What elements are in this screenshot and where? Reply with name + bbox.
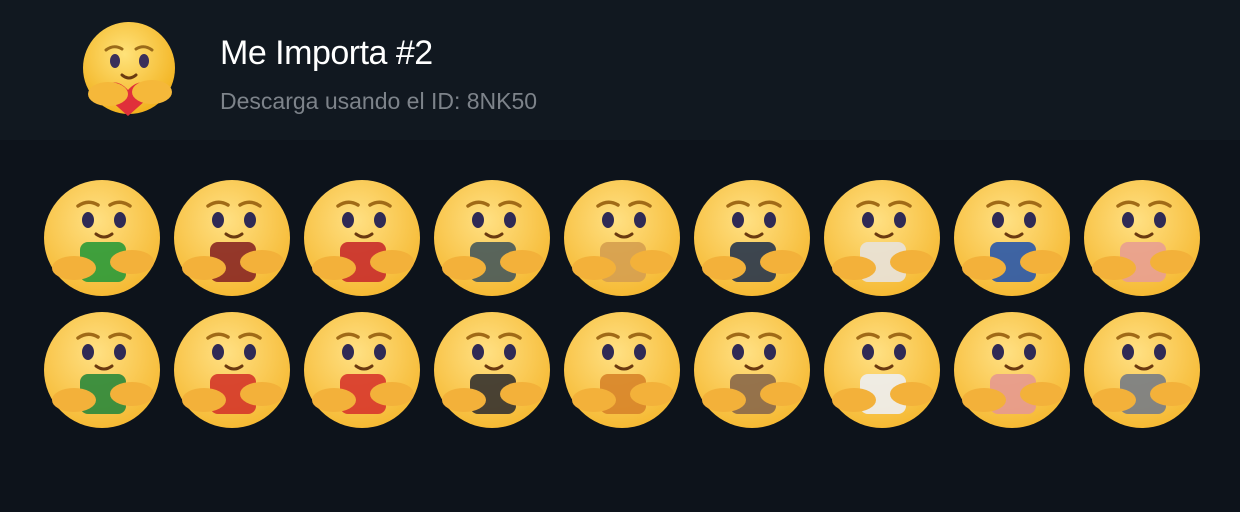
care-emoji-bread-sticker[interactable] <box>690 308 814 434</box>
care-emoji-green-cap-sticker[interactable] <box>40 176 164 302</box>
care-emoji-two-beers-sticker[interactable] <box>560 308 684 434</box>
sticker-row <box>40 176 1210 308</box>
care-emoji-game-controller-sticker[interactable] <box>820 308 944 434</box>
care-emoji-pink-figure-sticker[interactable] <box>950 308 1074 434</box>
care-emoji-red-hat-sticker[interactable] <box>300 308 424 434</box>
care-emoji-man-portrait-sticker[interactable] <box>430 308 554 434</box>
pack-download-id: Descarga usando el ID: 8NK50 <box>220 88 538 114</box>
care-emoji-peach-sticker[interactable] <box>1080 176 1204 302</box>
care-emoji-beer-bottle-sticker[interactable] <box>300 176 424 302</box>
care-emoji-cigarette-pack-sticker[interactable] <box>170 308 294 434</box>
care-emoji-lemur-sticker[interactable] <box>820 176 944 302</box>
care-emoji-hugging-heart-icon <box>78 20 180 120</box>
care-emoji-smartphone-sticker[interactable] <box>430 176 554 302</box>
care-emoji-grey-sphere-sticker[interactable] <box>1080 308 1204 434</box>
care-emoji-passport-sticker[interactable] <box>690 176 814 302</box>
pack-header: Me Importa #2 Descarga usando el ID: 8NK… <box>0 0 1240 140</box>
sticker-grid <box>40 176 1210 440</box>
care-emoji-anatomical-heart-sticker[interactable] <box>170 176 294 302</box>
sticker-row <box>40 308 1210 440</box>
care-emoji-beer-box-sticker[interactable] <box>950 176 1074 302</box>
pack-title: Me Importa #2 <box>220 34 433 72</box>
care-emoji-doge-sticker[interactable] <box>560 176 684 302</box>
care-emoji-beer-bottles-sticker[interactable] <box>40 308 164 434</box>
